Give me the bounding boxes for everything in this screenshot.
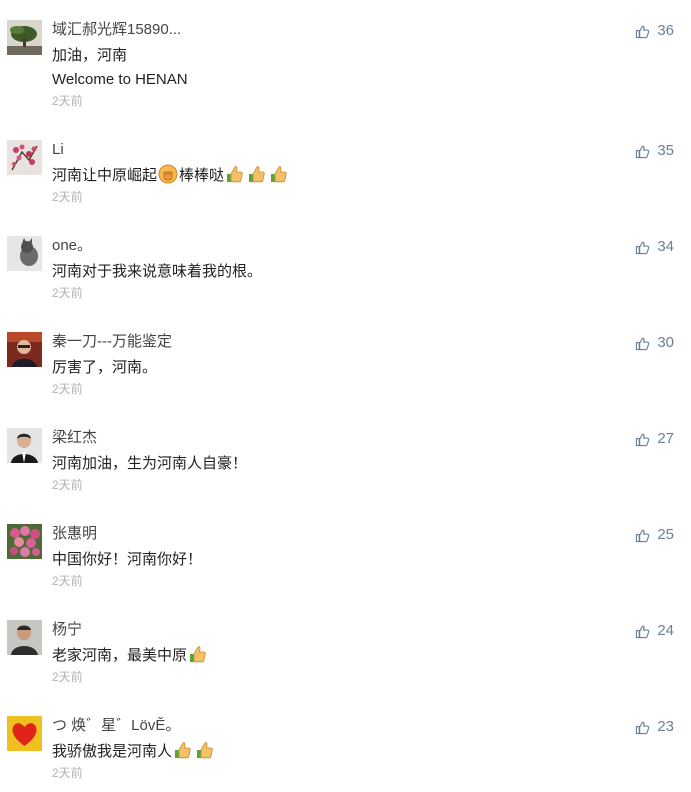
comment-item: 域汇郝光辉15890... 加油，河南 Welcome to HENAN 2天前… <box>0 0 691 108</box>
thumbs-up-icon <box>636 625 650 638</box>
like-button[interactable]: 27 <box>635 429 674 449</box>
comment-item: 梁红杰 河南加油，生为河南人自豪！ 2天前 27 <box>0 408 691 504</box>
comment-line: 河南让中原崛起 <box>52 167 158 184</box>
comment-item: one。 河南对于我来说意味着我的根。 2天前 34 <box>0 216 691 312</box>
comment-line: 加油，河南 <box>52 47 128 64</box>
comment-text: 老家河南，最美中原 <box>52 644 209 668</box>
comment-item: つ 焕゛星゛LövĚ。 我骄傲我是河南人 2天前 23 <box>0 696 691 792</box>
avatar[interactable] <box>7 524 42 559</box>
commenter-name[interactable]: 域汇郝光辉15890... <box>52 20 181 40</box>
raised-fist-emoji-icon <box>158 164 178 184</box>
comment-time: 2天前 <box>52 478 83 492</box>
comment-text: 加油，河南 Welcome to HENAN <box>52 44 188 92</box>
thumbs-up-emoji-icon <box>190 646 206 663</box>
avatar[interactable] <box>7 332 42 367</box>
comment-line-tail: 棒棒哒 <box>179 167 225 184</box>
commenter-name[interactable]: Li <box>52 140 64 160</box>
like-button[interactable]: 25 <box>635 525 674 545</box>
comment-item: 秦一刀---万能鉴定 厉害了，河南。 2天前 30 <box>0 312 691 408</box>
thumbs-up-icon <box>636 25 650 38</box>
like-count: 36 <box>657 22 674 39</box>
comment-time: 2天前 <box>52 670 83 684</box>
like-count: 35 <box>657 142 674 159</box>
avatar[interactable] <box>7 620 42 655</box>
avatar[interactable] <box>7 236 42 271</box>
comment-list: 域汇郝光辉15890... 加油，河南 Welcome to HENAN 2天前… <box>0 0 691 787</box>
thumbs-up-emoji-icon <box>175 742 191 759</box>
comment-text: 我骄傲我是河南人 <box>52 740 216 764</box>
like-count: 30 <box>657 334 674 351</box>
thumbs-up-icon <box>636 145 650 158</box>
comment-text: 河南让中原崛起 棒棒哒 <box>52 164 290 188</box>
like-button[interactable]: 30 <box>635 333 674 353</box>
comment-line: 老家河南，最美中原 <box>52 647 188 664</box>
comment-line: 厉害了，河南。 <box>52 359 158 376</box>
comment-text: 中国你好！河南你好！ <box>52 548 202 572</box>
like-count: 34 <box>657 238 674 255</box>
comment-text: 河南加油，生为河南人自豪！ <box>52 452 247 476</box>
like-button[interactable]: 24 <box>635 621 674 641</box>
avatar[interactable] <box>7 716 42 751</box>
comment-item: 张惠明 中国你好！河南你好！ 2天前 25 <box>0 504 691 600</box>
comment-line: 河南对于我来说意味着我的根。 <box>52 263 263 280</box>
comment-text: 厉害了，河南。 <box>52 356 157 380</box>
avatar[interactable] <box>7 428 42 463</box>
comment-line: Welcome to HENAN <box>52 71 188 88</box>
comment-line: 河南加油，生为河南人自豪！ <box>52 455 248 472</box>
thumbs-up-icon <box>636 433 650 446</box>
thumbs-up-icon <box>636 241 650 254</box>
commenter-name[interactable]: 张惠明 <box>52 524 97 544</box>
avatar[interactable] <box>7 20 42 55</box>
commenter-name[interactable]: 梁红杰 <box>52 428 97 448</box>
comment-item: Li 河南让中原崛起 棒棒哒 2天前 35 <box>0 120 691 216</box>
comment-time: 2天前 <box>52 382 83 396</box>
thumbs-up-icon <box>636 529 650 542</box>
thumbs-up-icon <box>636 337 650 350</box>
comment-line: 我骄傲我是河南人 <box>52 743 173 760</box>
thumbs-up-icon <box>636 721 650 734</box>
like-button[interactable]: 36 <box>635 21 674 41</box>
commenter-name[interactable]: 秦一刀---万能鉴定 <box>52 332 172 352</box>
comment-text: 河南对于我来说意味着我的根。 <box>52 260 262 284</box>
like-count: 23 <box>657 718 674 735</box>
comment-time: 2天前 <box>52 766 83 780</box>
comment-time: 2天前 <box>52 286 83 300</box>
thumbs-up-emoji-icon <box>227 166 243 183</box>
thumbs-up-emoji-icon <box>249 166 265 183</box>
comment-time: 2天前 <box>52 190 83 204</box>
like-count: 24 <box>657 622 674 639</box>
commenter-name[interactable]: one。 <box>52 236 92 256</box>
like-count: 25 <box>657 526 674 543</box>
like-button[interactable]: 34 <box>635 237 674 257</box>
commenter-name[interactable]: つ 焕゛星゛LövĚ。 <box>52 716 180 736</box>
thumbs-up-emoji-icon <box>197 742 213 759</box>
avatar[interactable] <box>7 140 42 175</box>
like-count: 27 <box>657 430 674 447</box>
comment-time: 2天前 <box>52 574 83 588</box>
comment-item: 杨宁 老家河南，最美中原 2天前 24 <box>0 600 691 696</box>
like-button[interactable]: 35 <box>635 141 674 161</box>
commenter-name[interactable]: 杨宁 <box>52 620 82 640</box>
like-button[interactable]: 23 <box>635 717 674 737</box>
comment-line: 中国你好！河南你好！ <box>52 551 203 568</box>
comment-time: 2天前 <box>52 94 83 108</box>
thumbs-up-emoji-icon <box>271 166 287 183</box>
